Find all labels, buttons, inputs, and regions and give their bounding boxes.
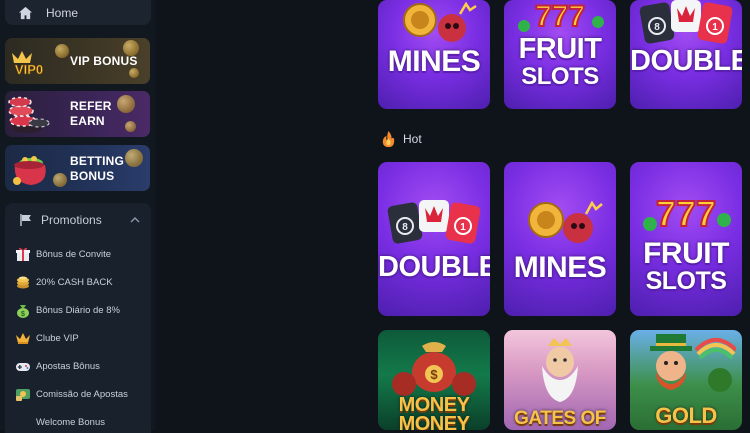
vip-badge-icon: VIP0 bbox=[12, 51, 43, 77]
sidebar: Home VIP0 VIP BONUS REFER EARN BETTING B… bbox=[0, 0, 155, 433]
refer-earn-label: REFER EARN bbox=[70, 99, 112, 129]
coin-stack-icon bbox=[17, 276, 29, 289]
fire-icon bbox=[382, 130, 395, 147]
game-card-double[interactable]: 8 1 DOUBLE bbox=[378, 162, 490, 316]
game-title: FRUIT bbox=[518, 33, 602, 65]
betting-label-line1: BETTING bbox=[70, 154, 125, 168]
coin-icon bbox=[117, 95, 135, 113]
menu-item-welcome-bonus[interactable]: Welcome Bonus bbox=[15, 413, 147, 431]
betting-bonus-banner[interactable]: BETTING BONUS bbox=[5, 145, 150, 191]
double-tiles-icon: 8 1 bbox=[387, 200, 481, 244]
menu-item-label: Welcome Bonus bbox=[36, 416, 105, 428]
game-card-double[interactable]: 8 1 DOUBLE bbox=[630, 0, 742, 109]
chevron-up-icon[interactable] bbox=[129, 214, 141, 226]
game-card-gold[interactable]: GOLD bbox=[630, 330, 742, 430]
menu-item-label: Bônus de Convite bbox=[36, 248, 111, 260]
promotions-menu-title: Promotions bbox=[41, 213, 102, 227]
menu-item-label: Apostas Bônus bbox=[36, 360, 100, 372]
svg-text:1: 1 bbox=[460, 222, 466, 233]
betting-bonus-label: BETTING BONUS bbox=[70, 154, 124, 184]
money-bag-icon: $ bbox=[17, 305, 29, 318]
refer-label-line1: REFER bbox=[70, 99, 112, 113]
coin-icon bbox=[129, 68, 139, 78]
sidebar-item-home-label: Home bbox=[46, 5, 79, 20]
chips-stack-icon bbox=[8, 96, 50, 133]
double-tiles-icon: 8 1 bbox=[639, 0, 733, 44]
svg-text:$: $ bbox=[21, 311, 25, 318]
zeus-icon bbox=[542, 338, 578, 402]
menu-item-label: 20% CASH BACK bbox=[36, 276, 113, 288]
sidebar-item-home[interactable]: Home bbox=[5, 0, 151, 25]
bomb-icon bbox=[528, 200, 603, 243]
refer-earn-banner[interactable]: REFER EARN bbox=[5, 91, 150, 137]
promotions-menu: Promotions Bônus de Convite 20% CASH BAC… bbox=[5, 203, 151, 433]
crown-icon bbox=[16, 333, 30, 344]
menu-item-bonus-convite[interactable]: Bônus de Convite bbox=[15, 245, 147, 263]
svg-text:$: $ bbox=[430, 367, 438, 382]
menu-item-apostas-bonus[interactable]: Apostas Bônus bbox=[15, 357, 147, 375]
game-title: MINES bbox=[387, 45, 481, 78]
money-bags-icon: $ bbox=[392, 342, 476, 396]
game-card-gates-of[interactable]: GATES OF bbox=[504, 330, 616, 430]
game-card-fruit-slots[interactable]: 777 FRUIT SLOTS bbox=[630, 162, 742, 316]
game-title: SLOTS bbox=[521, 63, 599, 90]
earn-label-line2: EARN bbox=[70, 114, 105, 128]
svg-text:8: 8 bbox=[654, 22, 660, 33]
coin-icon bbox=[55, 44, 69, 58]
game-title: DOUBLE bbox=[378, 251, 490, 283]
menu-item-bonus-diario[interactable]: $ Bônus Diário de 8% bbox=[15, 301, 147, 319]
sevens-icon: 777 bbox=[643, 192, 731, 235]
coin-icon bbox=[125, 121, 136, 132]
svg-text:777: 777 bbox=[656, 193, 716, 234]
commission-icon bbox=[16, 389, 30, 401]
game-card-money-money[interactable]: $ MONEY MONEY bbox=[378, 330, 490, 430]
vip-bonus-label: VIP BONUS bbox=[70, 54, 138, 68]
svg-text:777: 777 bbox=[535, 0, 585, 33]
menu-item-cash-back[interactable]: 20% CASH BACK bbox=[15, 273, 147, 291]
bomb-icon bbox=[403, 1, 477, 42]
promotions-menu-header[interactable]: Promotions bbox=[5, 203, 151, 237]
home-icon bbox=[18, 6, 33, 19]
leprechaun-icon bbox=[650, 334, 736, 392]
game-title: MINES bbox=[513, 251, 607, 284]
game-title: GOLD bbox=[655, 403, 717, 428]
svg-text:8: 8 bbox=[402, 222, 408, 233]
gift-icon bbox=[16, 247, 30, 261]
game-title: SLOTS bbox=[645, 267, 727, 295]
game-card-fruit-slots[interactable]: 777 FRUIT SLOTS bbox=[504, 0, 616, 109]
svg-text:VIP0: VIP0 bbox=[15, 62, 43, 77]
coin-icon bbox=[53, 173, 67, 187]
treasure-pot-icon bbox=[13, 156, 46, 185]
svg-text:1: 1 bbox=[712, 22, 718, 33]
game-title: DOUBLE bbox=[630, 45, 742, 77]
vip-bonus-banner[interactable]: VIP0 VIP BONUS bbox=[5, 38, 150, 84]
coin-icon bbox=[125, 149, 143, 167]
game-title: FRUIT bbox=[643, 237, 729, 270]
gamepad-icon bbox=[16, 363, 30, 371]
hot-section-title: Hot bbox=[379, 128, 422, 150]
game-title: GATES OF bbox=[514, 408, 606, 429]
menu-item-label: Comissão de Apostas bbox=[36, 388, 128, 400]
hot-label: Hot bbox=[403, 132, 422, 146]
game-title: MONEY MONEY bbox=[398, 394, 470, 430]
game-card-mines[interactable]: MINES bbox=[378, 0, 490, 109]
sevens-icon: 777 bbox=[518, 0, 604, 34]
flag-icon bbox=[20, 214, 31, 226]
menu-item-clube-vip[interactable]: Clube VIP bbox=[15, 329, 147, 347]
welcome-bonus-icon bbox=[15, 414, 31, 430]
menu-item-label: Clube VIP bbox=[36, 332, 79, 344]
bonus-label-line2: BONUS bbox=[70, 169, 115, 183]
game-card-mines[interactable]: MINES bbox=[504, 162, 616, 316]
menu-item-label: Bônus Diário de 8% bbox=[36, 304, 120, 316]
menu-item-comissao-apostas[interactable]: Comissão de Apostas bbox=[15, 385, 147, 403]
